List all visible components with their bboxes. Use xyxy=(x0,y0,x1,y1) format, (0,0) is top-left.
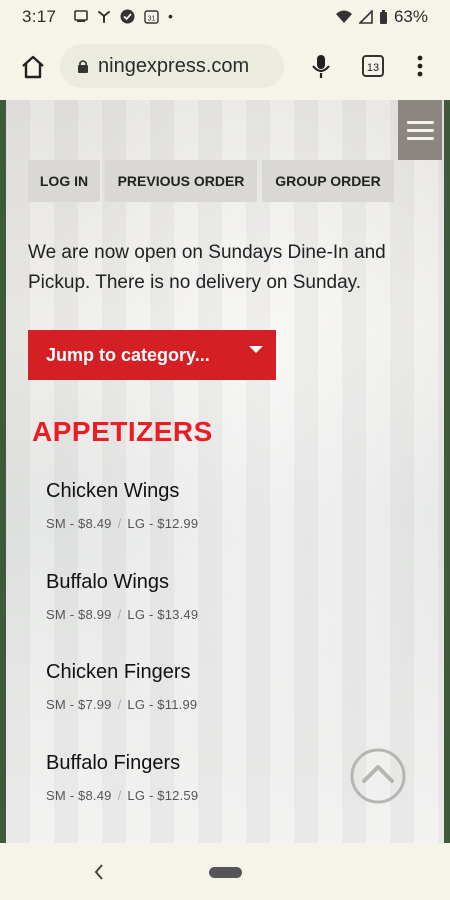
notification-icons: 31 • xyxy=(74,8,173,24)
item-name: Buffalo Wings xyxy=(46,571,170,593)
price-separator: / xyxy=(117,516,122,531)
svg-text:31: 31 xyxy=(148,15,156,22)
app-notification-icon xyxy=(74,10,88,22)
web-page: LOG IN PREVIOUS ORDER GROUP ORDER We are… xyxy=(6,100,444,843)
more-menu-icon[interactable] xyxy=(417,54,423,78)
login-button[interactable]: LOG IN xyxy=(28,160,100,202)
price-large: LG - $12.99 xyxy=(127,516,199,531)
item-name: Chicken Wings xyxy=(46,480,180,502)
signal-icon xyxy=(358,10,373,24)
dropdown-caret-icon xyxy=(249,346,263,353)
price-separator: / xyxy=(117,697,122,712)
price-large: LG - $13.49 xyxy=(127,607,199,622)
status-right: 63% xyxy=(335,7,428,27)
lock-icon xyxy=(78,60,88,73)
home-gesture-pill[interactable] xyxy=(209,867,242,878)
price-small: SM - $8.49 xyxy=(46,516,112,531)
hamburger-line xyxy=(406,136,434,140)
microphone-icon[interactable] xyxy=(310,54,332,80)
item-name: Chicken Fingers xyxy=(46,661,191,683)
item-prices: SM - $8.99 / LG - $13.49 xyxy=(46,607,406,622)
status-time: 3:17 xyxy=(22,7,57,26)
price-separator: / xyxy=(117,788,122,803)
account-buttons: LOG IN PREVIOUS ORDER GROUP ORDER xyxy=(28,160,394,202)
fan-icon xyxy=(98,11,110,23)
battery-level: 63% xyxy=(393,7,428,26)
hamburger-line xyxy=(406,128,434,132)
jump-label: Jump to category... xyxy=(46,344,210,365)
previous-order-button[interactable]: PREVIOUS ORDER xyxy=(105,160,257,202)
check-circle-icon xyxy=(120,9,135,23)
system-nav-bar xyxy=(0,843,450,900)
menu-item-chicken-wings[interactable]: Chicken Wings SM - $8.49 / LG - $12.99 xyxy=(46,480,406,531)
item-prices: SM - $7.99 / LG - $11.99 xyxy=(46,697,406,712)
jump-to-category-select[interactable]: Jump to category... xyxy=(28,330,276,380)
scroll-to-top-icon[interactable] xyxy=(350,748,406,804)
browser-toolbar: ningexpress.com 13 xyxy=(0,34,450,100)
price-small: SM - $8.99 xyxy=(46,607,112,622)
phone-screen: 3:17 31 • 63% ningexpress.com 13 LOG IN … xyxy=(0,0,450,900)
hamburger-menu-button[interactable] xyxy=(398,100,442,160)
price-large: LG - $11.99 xyxy=(127,697,198,712)
back-icon[interactable] xyxy=(92,862,106,882)
section-title: APPETIZERS xyxy=(32,416,213,447)
hamburger-line xyxy=(406,120,434,124)
price-small: SM - $7.99 xyxy=(46,697,112,712)
price-large: LG - $12.59 xyxy=(127,788,199,803)
home-icon[interactable] xyxy=(20,54,46,80)
group-order-button[interactable]: GROUP ORDER xyxy=(262,160,394,202)
menu-item-chicken-fingers[interactable]: Chicken Fingers SM - $7.99 / LG - $11.99 xyxy=(46,661,406,712)
sunday-notice: We are now open on Sundays Dine-In and P… xyxy=(28,242,386,293)
address-bar[interactable]: ningexpress.com xyxy=(60,44,284,88)
price-separator: / xyxy=(117,607,122,622)
url-text: ningexpress.com xyxy=(98,54,250,77)
dot-icon: • xyxy=(168,8,173,24)
calendar-icon: 31 xyxy=(144,9,159,24)
menu-item-buffalo-wings[interactable]: Buffalo Wings SM - $8.99 / LG - $13.49 xyxy=(46,571,406,622)
price-small: SM - $8.49 xyxy=(46,788,112,803)
item-prices: SM - $8.49 / LG - $12.99 xyxy=(46,516,406,531)
tab-switcher-button[interactable]: 13 xyxy=(362,55,384,77)
status-bar: 3:17 31 • 63% xyxy=(0,0,450,34)
battery-icon xyxy=(379,9,387,24)
wifi-icon xyxy=(335,10,352,23)
